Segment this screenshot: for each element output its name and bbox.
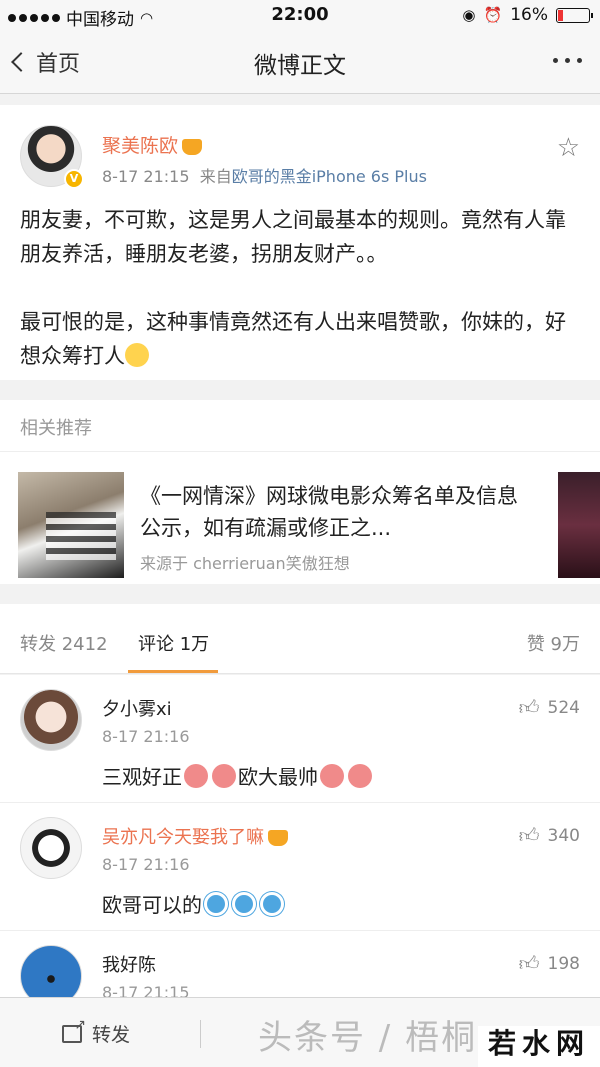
post-meta: 8-17 21:15 来自欧哥的黑金iPhone 6s Plus xyxy=(102,163,427,187)
comment-time: 8-17 21:15 xyxy=(102,983,190,997)
lock-rotation-icon: ◉ xyxy=(462,6,476,24)
alarm-icon: ⏰ xyxy=(483,6,503,24)
comment-text-part: 欧大最帅 xyxy=(238,765,318,789)
like-count: 524 xyxy=(547,697,580,718)
like-count: 340 xyxy=(547,825,580,846)
more-icon[interactable] xyxy=(553,58,582,63)
tab-comments[interactable]: 评论 1万 xyxy=(138,630,209,656)
related-heading: 相关推荐 xyxy=(20,418,92,439)
star-icon[interactable]: ☆ xyxy=(557,133,580,163)
nav-bar: 首页 微博正文 xyxy=(0,30,600,94)
comment-text: 三观好正 欧大最帅 xyxy=(102,761,374,790)
commenter-avatar[interactable] xyxy=(20,817,82,879)
tab-active-indicator xyxy=(128,670,218,673)
battery-percent: 16% xyxy=(510,5,548,25)
like-count: 198 xyxy=(547,953,580,974)
share-icon xyxy=(62,1017,86,1043)
doraemon-emoji-icon xyxy=(232,892,256,916)
status-right: ◉ ⏰ 16% xyxy=(462,5,593,25)
weibo-post: V 聚美陈欧 8-17 21:15 来自欧哥的黑金iPhone 6s Plus … xyxy=(0,105,600,380)
tab-repost[interactable]: 转发 2412 xyxy=(20,630,108,656)
page-title: 微博正文 xyxy=(254,53,346,79)
tab-bar: 转发 2412 评论 1万 赞 9万 xyxy=(0,604,600,674)
related-title: 《一网情深》网球微电影众筹名单及信息公示，如有疏漏或修正之... xyxy=(140,484,518,540)
doraemon-emoji-icon xyxy=(204,892,228,916)
source-prefix: 来自 xyxy=(199,167,232,186)
battery-icon xyxy=(556,7,593,23)
repost-button[interactable]: 转发 xyxy=(62,1017,131,1047)
site-logo: 若水网 xyxy=(478,1026,600,1067)
comment-text-part: 欧哥可以的 xyxy=(102,893,202,917)
related-thumbnail xyxy=(18,472,124,578)
post-time: 8-17 21:15 xyxy=(102,167,190,186)
comment-item: 夕小雾xi 8-17 21:16 三观好正 欧大最帅 👍︎ 524 xyxy=(0,675,600,803)
doraemon-emoji-icon xyxy=(260,892,284,916)
divider xyxy=(200,1020,201,1048)
comment-text: 欧哥可以的 xyxy=(102,889,286,918)
comment-like-button[interactable]: 👍︎ 198 xyxy=(519,951,580,976)
comment-time: 8-17 21:16 xyxy=(102,727,190,746)
comment-like-button[interactable]: 👍︎ 524 xyxy=(519,695,580,720)
related-card[interactable]: 《一网情深》网球微电影众筹名单及信息公示，如有疏漏或修正之... 来源于 che… xyxy=(0,452,600,584)
comment-item: 吴亦凡今天娶我了嘛 8-17 21:16 欧哥可以的 👍︎ 340 xyxy=(0,803,600,931)
thumb-up-icon: 👍︎ xyxy=(518,695,540,719)
post-text: 朋友妻，不可欺，这是男人之间最基本的规则。竟然有人靠朋友养活，睡朋友老婆，拐朋友… xyxy=(20,203,580,373)
thumb-up-icon: 👍︎ xyxy=(518,823,540,847)
author-name-text: 聚美陈欧 xyxy=(102,135,179,157)
author-name[interactable]: 聚美陈欧 xyxy=(102,131,203,158)
post-paragraph-2: 最可恨的是，这种事情竟然还有人出来唱赞歌，你妹的，好想众筹打人 xyxy=(20,310,566,368)
battery-level xyxy=(558,9,564,21)
status-bar: 中国移动 ◠ 22:00 ◉ ⏰ 16% xyxy=(0,0,600,30)
comment-list: 夕小雾xi 8-17 21:16 三观好正 欧大最帅 👍︎ 524 吴亦凡今天娶我… xyxy=(0,675,600,997)
watermark-text: 头条号 / 梧桐 xyxy=(258,1018,478,1058)
emoji-face-icon xyxy=(125,343,149,367)
repost-label: 转发 xyxy=(92,1024,131,1046)
related-header: 相关推荐 xyxy=(0,400,600,452)
thumb-up-icon: 👍︎ xyxy=(518,951,540,975)
comment-like-button[interactable]: 👍︎ 340 xyxy=(519,823,580,848)
crown-icon xyxy=(268,830,288,846)
commenter-name[interactable]: 吴亦凡今天娶我了嘛 xyxy=(102,823,288,849)
commenter-name[interactable]: 我好陈 xyxy=(102,951,156,977)
post-source[interactable]: 欧哥的黑金iPhone 6s Plus xyxy=(232,167,427,186)
comment-text-part: 三观好正 xyxy=(102,765,182,789)
commenter-name[interactable]: 夕小雾xi xyxy=(102,695,172,721)
crown-icon xyxy=(182,138,203,155)
related-source: 来源于 cherrieruan笑傲狂想 xyxy=(140,554,350,573)
commenter-avatar[interactable] xyxy=(20,689,82,751)
heart-eyes-emoji-icon xyxy=(212,764,236,788)
verified-badge-icon: V xyxy=(64,169,84,189)
heart-eyes-emoji-icon xyxy=(320,764,344,788)
comment-time: 8-17 21:16 xyxy=(102,855,190,874)
commenter-avatar[interactable] xyxy=(20,945,82,997)
related-thumbnail-next[interactable] xyxy=(558,472,600,578)
commenter-name-text: 吴亦凡今天娶我了嘛 xyxy=(102,827,264,848)
heart-eyes-emoji-icon xyxy=(348,764,372,788)
tab-likes[interactable]: 赞 9万 xyxy=(527,630,580,656)
comment-item: 我好陈 8-17 21:15 👍︎ 198 xyxy=(0,931,600,997)
heart-eyes-emoji-icon xyxy=(184,764,208,788)
post-paragraph-1: 朋友妻，不可欺，这是男人之间最基本的规则。竟然有人靠朋友养活，睡朋友老婆，拐朋友… xyxy=(20,208,566,266)
